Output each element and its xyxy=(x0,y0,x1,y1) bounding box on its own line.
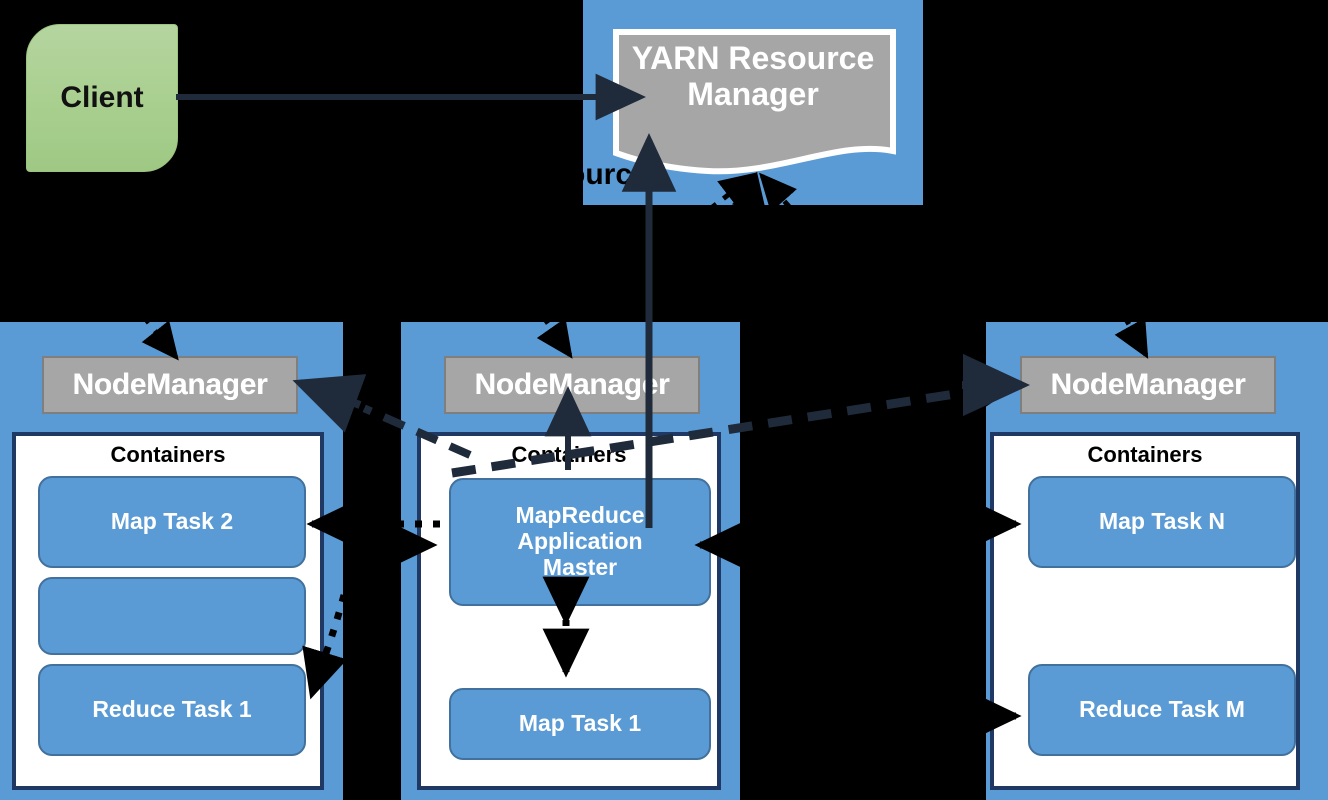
node-left-node-manager-label: NodeManager xyxy=(72,368,268,401)
node-left-task-1[interactable] xyxy=(38,577,306,655)
node-right-task-1[interactable]: Reduce Task M xyxy=(1028,664,1296,756)
node-middle-node-manager[interactable]: NodeManager xyxy=(444,356,700,414)
node-right-node-manager-label: NodeManager xyxy=(1050,368,1246,401)
resource-manager-title-line2: Manager xyxy=(687,76,819,113)
node-left-task-2[interactable]: Reduce Task 1 xyxy=(38,664,306,756)
node-right-containers-panel: Containers Map Task N Reduce Task M xyxy=(990,432,1300,790)
node-middle-containers-panel: Containers MapReduce Application Master … xyxy=(417,432,721,790)
client-box[interactable]: Client xyxy=(26,24,178,172)
node-left-containers-panel: Containers Map Task 2 Reduce Task 1 xyxy=(12,432,324,790)
node-right-node-manager[interactable]: NodeManager xyxy=(1020,356,1276,414)
node-middle-node-manager-label: NodeManager xyxy=(474,368,670,401)
node-left-containers-label: Containers xyxy=(110,442,226,467)
node-middle-containers-label: Containers xyxy=(511,442,627,467)
node-middle-task-1[interactable]: Map Task 1 xyxy=(449,688,711,760)
resource-manager-title: YARN Resource Manager xyxy=(583,40,923,113)
diagram-canvas: Client YARN Resource Manager ource NodeM… xyxy=(0,0,1328,800)
node-middle: NodeManager Containers MapReduce Applica… xyxy=(401,322,740,800)
node-right-containers-label: Containers xyxy=(1087,442,1203,467)
node-left-task-0[interactable]: Map Task 2 xyxy=(38,476,306,568)
resource-manager-title-line1: YARN Resource xyxy=(631,40,875,76)
node-right-task-1-label: Reduce Task M xyxy=(1079,696,1245,723)
node-right-task-0[interactable]: Map Task N xyxy=(1028,476,1296,568)
node-right: NodeManager Containers Map Task N Reduce… xyxy=(986,322,1328,800)
application-master-label-line3: Master xyxy=(542,553,618,580)
node-left-task-0-label: Map Task 2 xyxy=(110,508,234,535)
application-master-label-line1: MapReduce xyxy=(515,502,645,529)
node-middle-application-master[interactable]: MapReduce Application Master xyxy=(449,478,711,606)
application-master-label-line2: Application xyxy=(517,528,643,555)
node-left-node-manager[interactable]: NodeManager xyxy=(42,356,298,414)
resource-request-partial-caption: ource xyxy=(567,158,649,191)
node-left: NodeManager Containers Map Task 2 Reduce… xyxy=(0,322,343,800)
node-left-task-2-label: Reduce Task 1 xyxy=(92,696,252,723)
node-middle-task-1-label: Map Task 1 xyxy=(518,710,642,737)
node-right-task-0-label: Map Task N xyxy=(1098,508,1226,535)
client-label: Client xyxy=(60,81,144,114)
